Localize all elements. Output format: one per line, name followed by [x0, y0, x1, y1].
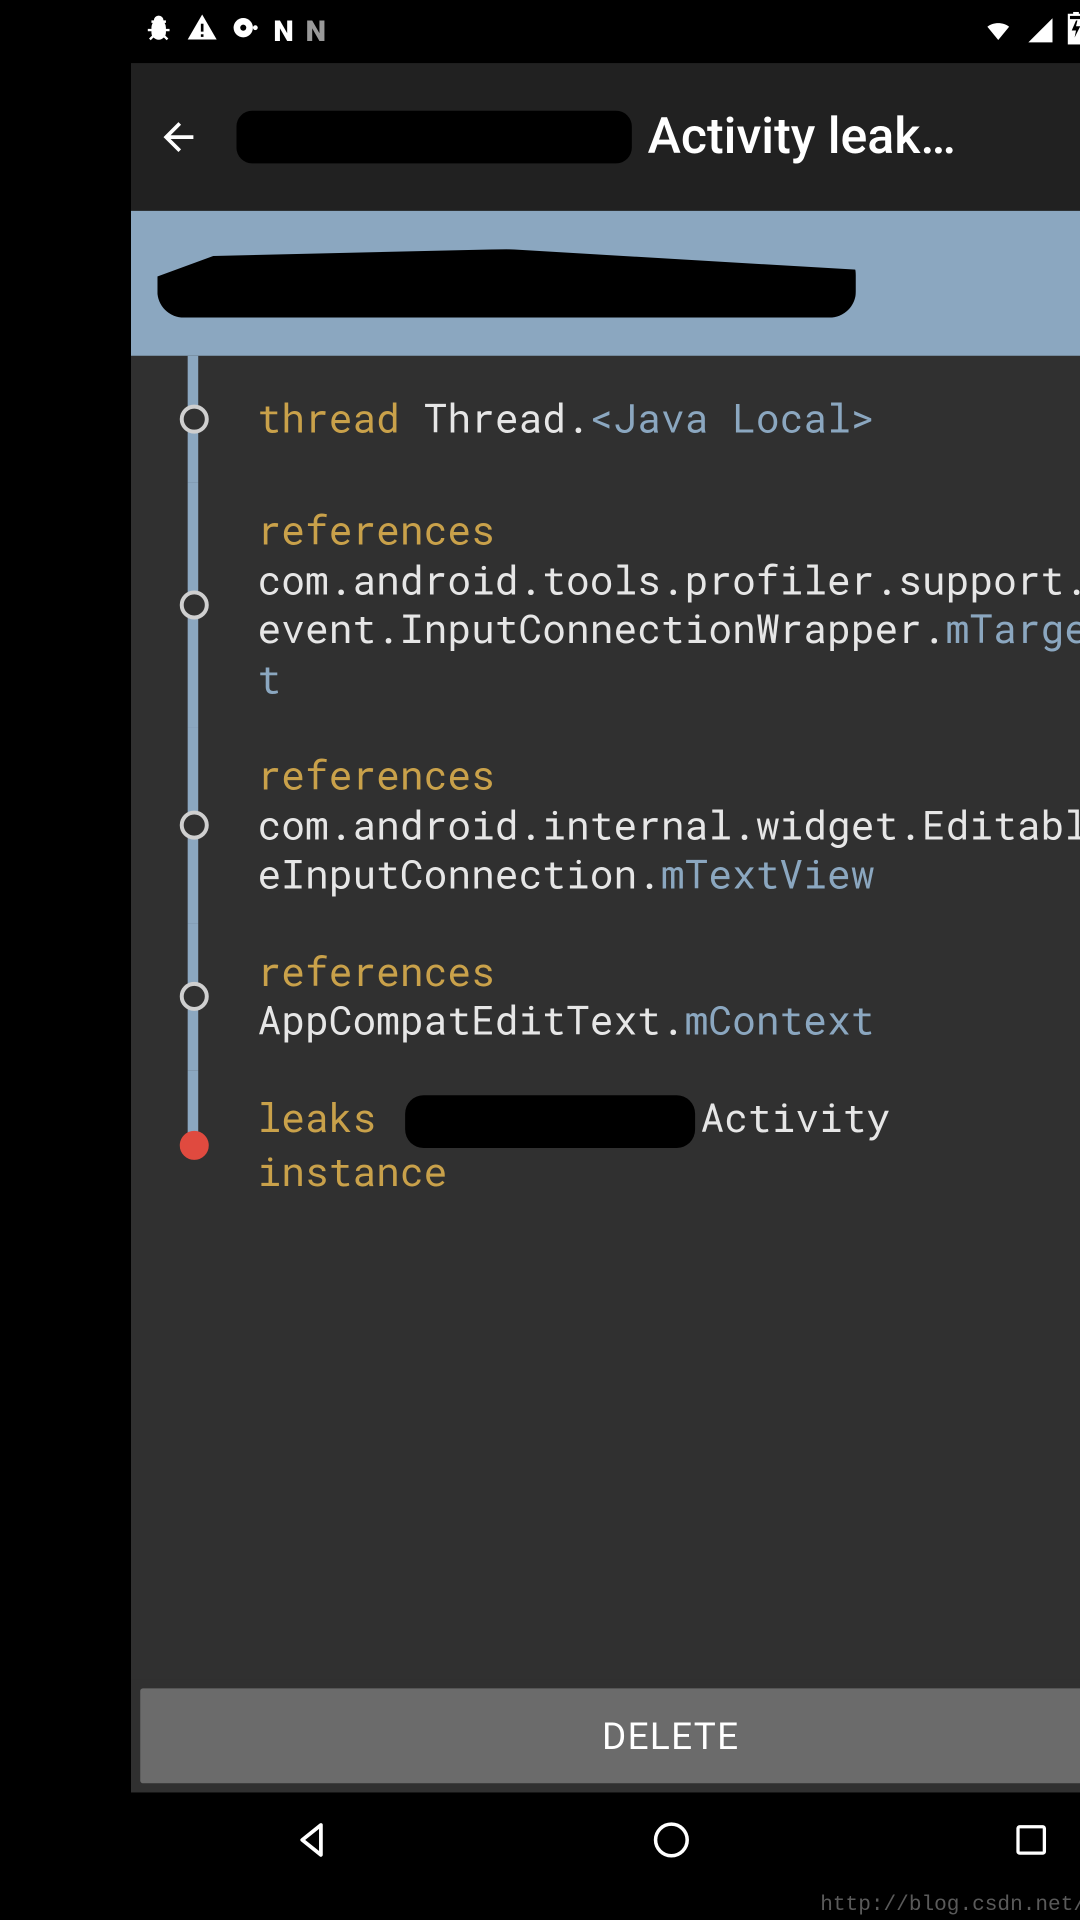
- trace-row[interactable]: thread Thread.<Java Local> +: [131, 356, 1080, 483]
- leak-header: [131, 211, 1080, 356]
- n-icon: N: [273, 15, 292, 48]
- redacted-package-name: [157, 249, 856, 318]
- bug-icon: [144, 13, 173, 50]
- trace-node-icon: [179, 811, 208, 840]
- trace-node-icon: [179, 590, 208, 619]
- disc-icon: [231, 13, 260, 50]
- android-nav-bar: http://blog.csdn.net/tz_1qu212: [131, 1792, 1080, 1919]
- wifi-icon: [980, 9, 1014, 55]
- watermark-text: http://blog.csdn.net/tz_1qu212: [820, 1893, 1080, 1917]
- trace-row[interactable]: references AppCompatEditText.mContext +: [131, 923, 1080, 1069]
- cell-icon: [1025, 9, 1054, 55]
- nav-back-button[interactable]: [287, 1816, 334, 1863]
- trace-text: references com.android.internal.widget.E…: [257, 751, 1080, 899]
- status-left: N N: [144, 12, 324, 52]
- trace-row-leak[interactable]: leaks Activity instance +: [131, 1070, 1080, 1221]
- redacted-app-name: [236, 111, 631, 164]
- status-bar: N N 09:29: [131, 0, 1080, 63]
- trace-node-icon: [179, 405, 208, 434]
- leak-trace-list: thread Thread.<Java Local> + references …: [131, 356, 1080, 1679]
- warning-icon: [186, 12, 218, 52]
- toolbar: Activity leak…: [131, 63, 1080, 211]
- trace-text: thread Thread.<Java Local>: [257, 394, 1080, 443]
- back-button[interactable]: [152, 111, 205, 164]
- toolbar-title: Activity leak…: [647, 108, 1080, 166]
- trace-row[interactable]: references com.android.tools.profiler.su…: [131, 482, 1080, 727]
- trace-node-icon: [179, 982, 208, 1011]
- trace-row[interactable]: references com.android.internal.widget.E…: [131, 728, 1080, 924]
- n-outline-icon: N: [305, 15, 324, 48]
- redacted-activity-name: [405, 1095, 695, 1148]
- nav-home-button[interactable]: [646, 1816, 693, 1863]
- status-right: 09:29: [980, 9, 1080, 55]
- nav-recents-button[interactable]: [1006, 1816, 1053, 1863]
- trace-text: leaks Activity instance: [257, 1093, 1080, 1197]
- trace-text: references com.android.tools.profiler.su…: [257, 506, 1080, 704]
- battery-icon: [1065, 9, 1080, 55]
- delete-button[interactable]: DELETE: [140, 1688, 1080, 1783]
- trace-text: references AppCompatEditText.mContext: [257, 947, 1080, 1046]
- leak-node-icon: [179, 1131, 208, 1160]
